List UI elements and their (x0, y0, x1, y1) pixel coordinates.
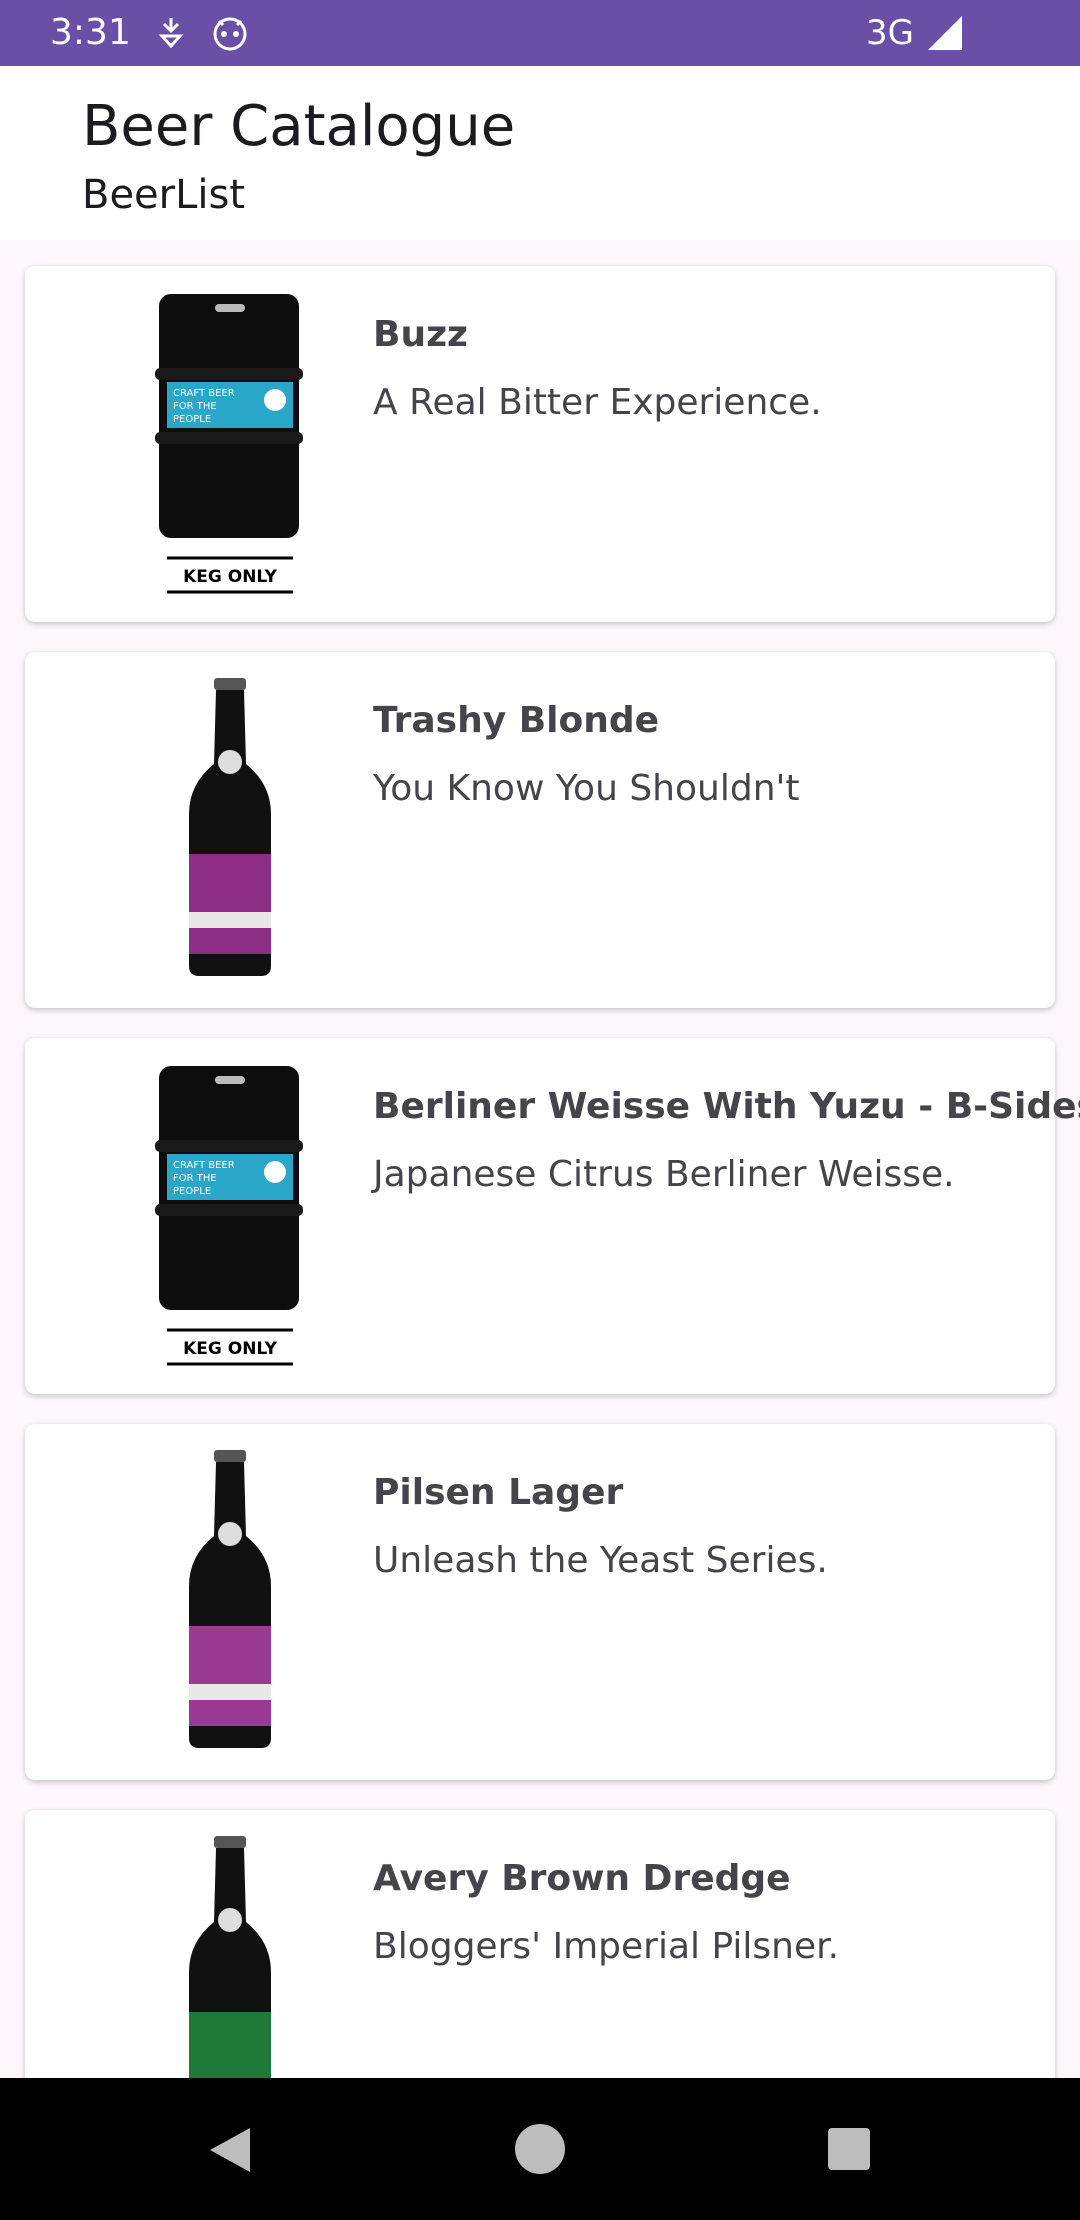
back-icon[interactable] (206, 2126, 252, 2174)
home-icon[interactable] (515, 2124, 565, 2174)
beer-tagline: Bloggers' Imperial Pilsner. (373, 1926, 840, 1967)
app-title: Beer Catalogue (82, 94, 516, 159)
beer-card[interactable]: Pilsen Lager Unleash the Yeast Series. (25, 1424, 1055, 1780)
signal-icon (928, 16, 962, 50)
keg-only-label: KEG ONLY (183, 567, 278, 587)
beer-name: Buzz (373, 314, 468, 355)
keg-only-label: KEG ONLY (183, 1339, 278, 1359)
beer-tagline: Japanese Citrus Berliner Weisse. (373, 1154, 955, 1195)
keg-text-line: FOR THE (173, 1173, 217, 1184)
beer-name: Avery Brown Dredge (373, 1858, 791, 1899)
beer-card[interactable]: Avery Brown Dredge Bloggers' Imperial Pi… (25, 1810, 1055, 2078)
beer-card[interactable]: CRAFT BEER FOR THE PEOPLE KEG ONLY Buzz … (25, 266, 1055, 622)
keg-text-line: CRAFT BEER (173, 388, 235, 399)
beer-list[interactable]: CRAFT BEER FOR THE PEOPLE KEG ONLY Buzz … (0, 240, 1080, 2078)
status-time: 3:31 (50, 12, 131, 53)
beer-card[interactable]: Trashy Blonde You Know You Shouldn't (25, 652, 1055, 1008)
keg-text-line: PEOPLE (173, 414, 211, 425)
bottle-image (189, 678, 271, 976)
recents-icon[interactable] (828, 2128, 870, 2170)
keg-text-line: CRAFT BEER (173, 1160, 235, 1171)
bottle-image (189, 1836, 271, 2078)
robot-face-icon (213, 17, 247, 51)
app-subtitle: BeerList (82, 172, 246, 218)
bottle-image (189, 1450, 271, 1748)
beer-name: Pilsen Lager (373, 1472, 624, 1513)
keg-text-line: PEOPLE (173, 1186, 211, 1197)
app-bar: Beer Catalogue BeerList (0, 66, 1080, 240)
beer-tagline: You Know You Shouldn't (373, 768, 800, 809)
keg-image: CRAFT BEER FOR THE PEOPLE KEG ONLY (155, 294, 303, 594)
beer-name: Berliner Weisse With Yuzu - B-Sides (373, 1086, 1080, 1127)
download-arrow-icon (158, 18, 184, 49)
keg-text-line: FOR THE (173, 401, 217, 412)
keg-image: CRAFT BEER FOR THE PEOPLE KEG ONLY (155, 1066, 303, 1366)
navigation-bar (0, 2078, 1080, 2220)
network-type: 3G (866, 13, 914, 53)
beer-card[interactable]: CRAFT BEER FOR THE PEOPLE KEG ONLY Berli… (25, 1038, 1080, 1394)
beer-tagline: Unleash the Yeast Series. (373, 1540, 828, 1581)
status-bar: 3:31 3G (0, 0, 1080, 66)
beer-tagline: A Real Bitter Experience. (373, 382, 822, 423)
beer-name: Trashy Blonde (373, 700, 660, 741)
